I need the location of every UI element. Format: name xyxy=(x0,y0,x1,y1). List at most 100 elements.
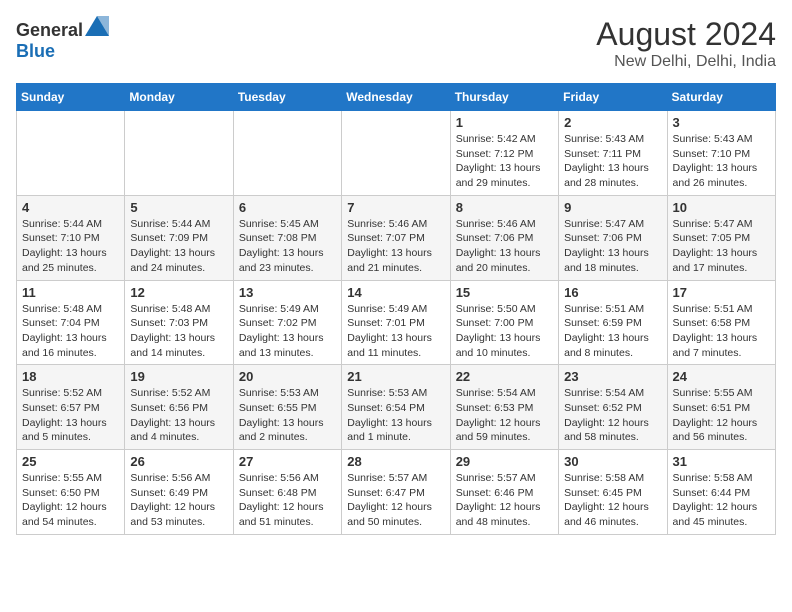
day-number: 14 xyxy=(347,285,444,300)
calendar-cell xyxy=(125,111,233,196)
calendar-cell xyxy=(342,111,450,196)
column-header-wednesday: Wednesday xyxy=(342,84,450,111)
column-header-tuesday: Tuesday xyxy=(233,84,341,111)
day-info: Sunrise: 5:47 AM Sunset: 7:06 PM Dayligh… xyxy=(564,217,661,276)
column-header-sunday: Sunday xyxy=(17,84,125,111)
calendar-cell: 20 Sunrise: 5:53 AM Sunset: 6:55 PM Dayli… xyxy=(233,365,341,450)
page-header: General Blue August 2024 New Delhi, Delh… xyxy=(16,16,776,71)
day-number: 7 xyxy=(347,200,444,215)
calendar-cell: 2 Sunrise: 5:43 AM Sunset: 7:11 PM Daylig… xyxy=(559,111,667,196)
day-info: Sunrise: 5:57 AM Sunset: 6:46 PM Dayligh… xyxy=(456,471,553,530)
day-number: 3 xyxy=(673,115,770,130)
day-number: 19 xyxy=(130,369,227,384)
logo: General Blue xyxy=(16,16,109,62)
calendar-cell: 5 Sunrise: 5:44 AM Sunset: 7:09 PM Daylig… xyxy=(125,195,233,280)
column-header-friday: Friday xyxy=(559,84,667,111)
calendar-cell: 4Sunrise: 5:44 AM Sunset: 7:10 PM Daylig… xyxy=(17,195,125,280)
day-info: Sunrise: 5:58 AM Sunset: 6:45 PM Dayligh… xyxy=(564,471,661,530)
column-header-monday: Monday xyxy=(125,84,233,111)
day-info: Sunrise: 5:43 AM Sunset: 7:11 PM Dayligh… xyxy=(564,132,661,191)
day-number: 29 xyxy=(456,454,553,469)
calendar-cell: 12 Sunrise: 5:48 AM Sunset: 7:03 PM Dayli… xyxy=(125,280,233,365)
day-info: Sunrise: 5:46 AM Sunset: 7:07 PM Dayligh… xyxy=(347,217,444,276)
week-row-1: 1 Sunrise: 5:42 AM Sunset: 7:12 PM Daylig… xyxy=(17,111,776,196)
day-number: 17 xyxy=(673,285,770,300)
calendar-cell: 24Sunrise: 5:55 AM Sunset: 6:51 PM Dayli… xyxy=(667,365,775,450)
day-info: Sunrise: 5:45 AM Sunset: 7:08 PM Dayligh… xyxy=(239,217,336,276)
day-info: Sunrise: 5:56 AM Sunset: 6:49 PM Dayligh… xyxy=(130,471,227,530)
week-row-3: 11Sunrise: 5:48 AM Sunset: 7:04 PM Dayli… xyxy=(17,280,776,365)
day-info: Sunrise: 5:50 AM Sunset: 7:00 PM Dayligh… xyxy=(456,302,553,361)
day-info: Sunrise: 5:54 AM Sunset: 6:52 PM Dayligh… xyxy=(564,386,661,445)
day-number: 26 xyxy=(130,454,227,469)
day-info: Sunrise: 5:55 AM Sunset: 6:50 PM Dayligh… xyxy=(22,471,119,530)
calendar-subtitle: New Delhi, Delhi, India xyxy=(596,53,776,71)
calendar-cell: 31 Sunrise: 5:58 AM Sunset: 6:44 PM Dayli… xyxy=(667,450,775,535)
calendar-cell: 11Sunrise: 5:48 AM Sunset: 7:04 PM Dayli… xyxy=(17,280,125,365)
calendar-cell: 7 Sunrise: 5:46 AM Sunset: 7:07 PM Daylig… xyxy=(342,195,450,280)
column-header-thursday: Thursday xyxy=(450,84,558,111)
day-info: Sunrise: 5:49 AM Sunset: 7:01 PM Dayligh… xyxy=(347,302,444,361)
day-info: Sunrise: 5:52 AM Sunset: 6:56 PM Dayligh… xyxy=(130,386,227,445)
title-block: August 2024 New Delhi, Delhi, India xyxy=(596,16,776,71)
day-info: Sunrise: 5:52 AM Sunset: 6:57 PM Dayligh… xyxy=(22,386,119,445)
calendar-cell: 15 Sunrise: 5:50 AM Sunset: 7:00 PM Dayli… xyxy=(450,280,558,365)
calendar-cell: 6 Sunrise: 5:45 AM Sunset: 7:08 PM Daylig… xyxy=(233,195,341,280)
day-number: 16 xyxy=(564,285,661,300)
calendar-cell xyxy=(233,111,341,196)
day-number: 15 xyxy=(456,285,553,300)
logo-icon xyxy=(85,16,109,36)
day-info: Sunrise: 5:51 AM Sunset: 6:59 PM Dayligh… xyxy=(564,302,661,361)
calendar-cell xyxy=(17,111,125,196)
calendar-cell: 29 Sunrise: 5:57 AM Sunset: 6:46 PM Dayli… xyxy=(450,450,558,535)
day-number: 20 xyxy=(239,369,336,384)
calendar-table: SundayMondayTuesdayWednesdayThursdayFrid… xyxy=(16,83,776,535)
day-number: 1 xyxy=(456,115,553,130)
logo-general: General xyxy=(16,20,83,40)
calendar-cell: 10Sunrise: 5:47 AM Sunset: 7:05 PM Dayli… xyxy=(667,195,775,280)
calendar-cell: 21Sunrise: 5:53 AM Sunset: 6:54 PM Dayli… xyxy=(342,365,450,450)
calendar-cell: 18Sunrise: 5:52 AM Sunset: 6:57 PM Dayli… xyxy=(17,365,125,450)
day-number: 27 xyxy=(239,454,336,469)
calendar-cell: 14 Sunrise: 5:49 AM Sunset: 7:01 PM Dayli… xyxy=(342,280,450,365)
calendar-cell: 3Sunrise: 5:43 AM Sunset: 7:10 PM Daylig… xyxy=(667,111,775,196)
day-info: Sunrise: 5:57 AM Sunset: 6:47 PM Dayligh… xyxy=(347,471,444,530)
day-number: 31 xyxy=(673,454,770,469)
logo-blue: Blue xyxy=(16,41,55,61)
calendar-title: August 2024 xyxy=(596,16,776,53)
day-number: 22 xyxy=(456,369,553,384)
day-number: 9 xyxy=(564,200,661,215)
day-number: 30 xyxy=(564,454,661,469)
day-info: Sunrise: 5:44 AM Sunset: 7:09 PM Dayligh… xyxy=(130,217,227,276)
column-header-saturday: Saturday xyxy=(667,84,775,111)
day-number: 10 xyxy=(673,200,770,215)
day-number: 28 xyxy=(347,454,444,469)
week-row-4: 18Sunrise: 5:52 AM Sunset: 6:57 PM Dayli… xyxy=(17,365,776,450)
calendar-cell: 28 Sunrise: 5:57 AM Sunset: 6:47 PM Dayli… xyxy=(342,450,450,535)
day-number: 11 xyxy=(22,285,119,300)
day-info: Sunrise: 5:42 AM Sunset: 7:12 PM Dayligh… xyxy=(456,132,553,191)
day-info: Sunrise: 5:48 AM Sunset: 7:03 PM Dayligh… xyxy=(130,302,227,361)
day-number: 8 xyxy=(456,200,553,215)
day-number: 12 xyxy=(130,285,227,300)
day-info: Sunrise: 5:58 AM Sunset: 6:44 PM Dayligh… xyxy=(673,471,770,530)
calendar-cell: 1 Sunrise: 5:42 AM Sunset: 7:12 PM Daylig… xyxy=(450,111,558,196)
day-info: Sunrise: 5:44 AM Sunset: 7:10 PM Dayligh… xyxy=(22,217,119,276)
calendar-cell: 17 Sunrise: 5:51 AM Sunset: 6:58 PM Dayli… xyxy=(667,280,775,365)
day-number: 13 xyxy=(239,285,336,300)
calendar-cell: 9 Sunrise: 5:47 AM Sunset: 7:06 PM Daylig… xyxy=(559,195,667,280)
day-info: Sunrise: 5:53 AM Sunset: 6:55 PM Dayligh… xyxy=(239,386,336,445)
calendar-cell: 22Sunrise: 5:54 AM Sunset: 6:53 PM Dayli… xyxy=(450,365,558,450)
calendar-cell: 30 Sunrise: 5:58 AM Sunset: 6:45 PM Dayli… xyxy=(559,450,667,535)
header-row: SundayMondayTuesdayWednesdayThursdayFrid… xyxy=(17,84,776,111)
day-number: 6 xyxy=(239,200,336,215)
day-number: 24 xyxy=(673,369,770,384)
day-info: Sunrise: 5:49 AM Sunset: 7:02 PM Dayligh… xyxy=(239,302,336,361)
day-number: 2 xyxy=(564,115,661,130)
day-info: Sunrise: 5:46 AM Sunset: 7:06 PM Dayligh… xyxy=(456,217,553,276)
calendar-cell: 19 Sunrise: 5:52 AM Sunset: 6:56 PM Dayli… xyxy=(125,365,233,450)
day-info: Sunrise: 5:51 AM Sunset: 6:58 PM Dayligh… xyxy=(673,302,770,361)
calendar-cell: 25Sunrise: 5:55 AM Sunset: 6:50 PM Dayli… xyxy=(17,450,125,535)
calendar-cell: 27Sunrise: 5:56 AM Sunset: 6:48 PM Dayli… xyxy=(233,450,341,535)
day-number: 5 xyxy=(130,200,227,215)
